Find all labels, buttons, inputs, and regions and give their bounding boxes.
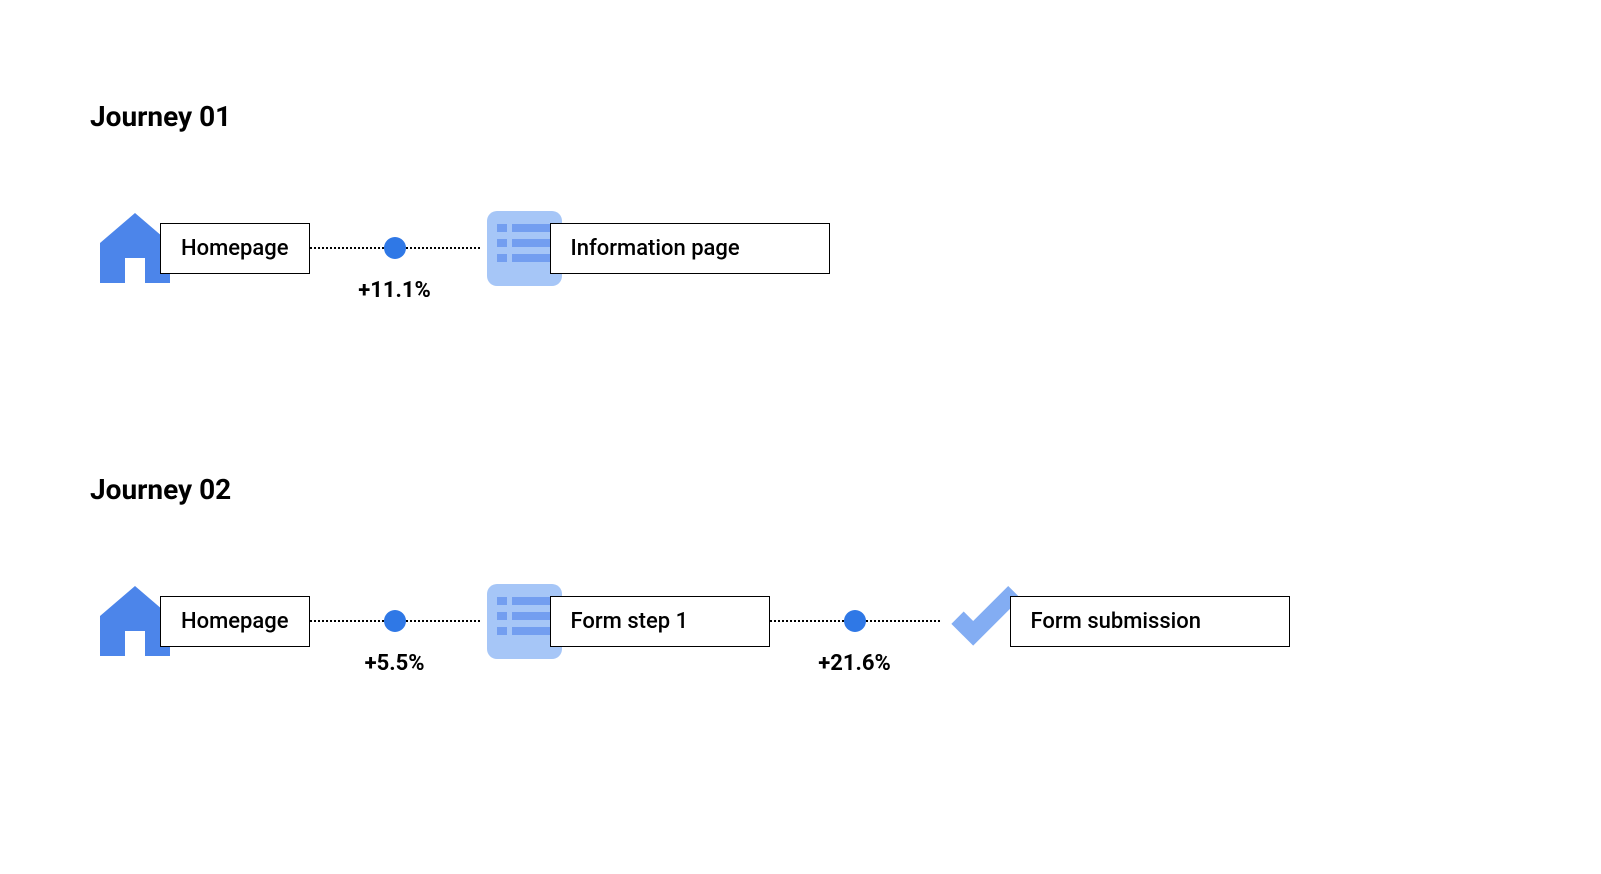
step-form-step-1: Form step 1 bbox=[480, 576, 770, 666]
change-label: +5.5% bbox=[310, 651, 480, 676]
journey-title: Journey 01 bbox=[90, 100, 1511, 133]
step-label: Information page bbox=[550, 223, 830, 274]
change-label: +21.6% bbox=[770, 651, 940, 676]
journey-02: Journey 02 Homepage +5.5% bbox=[90, 473, 1511, 666]
step-form-submission: Form submission bbox=[940, 576, 1290, 666]
journey-flow: Homepage +5.5% Form step 1 bbox=[90, 576, 1511, 666]
step-label: Form submission bbox=[1010, 596, 1290, 647]
step-label: Homepage bbox=[160, 596, 310, 647]
connector-dot-icon bbox=[844, 610, 866, 632]
connector: +21.6% bbox=[770, 576, 940, 666]
step-label: Form step 1 bbox=[550, 596, 770, 647]
connector-dot-icon bbox=[384, 610, 406, 632]
connector-dot-icon bbox=[384, 237, 406, 259]
step-label: Homepage bbox=[160, 223, 310, 274]
connector: +5.5% bbox=[310, 576, 480, 666]
journey-flow: Homepage +11.1% Information page bbox=[90, 203, 1511, 293]
journey-01: Journey 01 Homepage +11.1% bbox=[90, 100, 1511, 293]
connector: +11.1% bbox=[310, 203, 480, 293]
step-homepage: Homepage bbox=[90, 576, 310, 666]
step-information-page: Information page bbox=[480, 203, 830, 293]
journey-title: Journey 02 bbox=[90, 473, 1511, 506]
step-homepage: Homepage bbox=[90, 203, 310, 293]
change-label: +11.1% bbox=[310, 278, 480, 303]
